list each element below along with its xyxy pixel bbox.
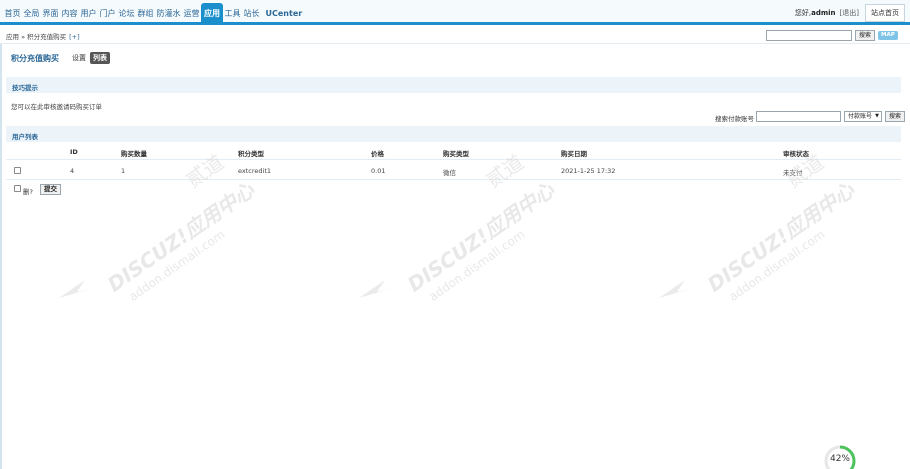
breadcrumb-text: 应用 » 积分充值购买 [6,33,67,41]
tips-section-header: 技巧提示 [6,76,901,93]
breadcrumb-bar: 应用 » 积分充值购买 [+] 搜索 MAP [0,27,910,44]
column-header-date: 购买日期 [561,150,587,158]
nav-item-global[interactable]: 全局 [22,3,41,25]
nav-item-founder[interactable]: 站长 [242,3,261,25]
nav-item-safe[interactable]: 防灌水 [155,3,182,25]
column-header-id: ID [70,148,78,156]
delete-all-checkbox[interactable] [14,185,21,192]
tips-text: 您可以在此审核邀请码购买订单 [11,103,102,111]
nav-item-home[interactable]: 首页 [3,3,22,25]
svg-text:addon.dismall.com: addon.dismall.com [726,227,827,304]
cell-credit-type: extcredit1 [238,167,271,175]
nav-item-portal[interactable]: 门户 [98,3,117,25]
site-home-button[interactable]: 站点首页 [865,4,905,22]
menu-search-button[interactable]: 搜索 [855,30,876,41]
cell-status: 未支付 [783,169,803,177]
nav-item-ucenter[interactable]: UCenter [264,3,304,25]
nav-list: 首页 全局 界面 内容 用户 门户 论坛 群组 防灌水 运营 应用 工具 站长 … [3,0,304,25]
tab-settings[interactable]: 设置 [72,53,86,63]
cell-date: 2021-1-25 17:32 [561,167,616,175]
delete-label: 删? [23,188,33,196]
user-list-section-header: 用户列表 [6,125,901,142]
nav-item-content[interactable]: 内容 [60,3,79,25]
discuz-watermark-logo: DISCUZ!应用中心 addon.dismall.com [59,177,259,304]
column-header-status: 审核状态 [783,150,809,158]
cell-quantity: 1 [121,167,126,175]
greeting-text: 您好, [794,9,812,17]
search-field-value: 付款账号 [848,113,873,120]
svg-text:DISCUZ!应用中心: DISCUZ!应用中心 [703,177,859,296]
search-button[interactable]: 搜索 [885,111,906,122]
add-shortcut-link[interactable]: [+] [69,33,80,41]
nav-item-plugin[interactable]: 应用 [201,3,223,25]
column-header-credit-type: 积分类型 [238,150,264,158]
nav-item-style[interactable]: 界面 [41,3,60,25]
nav-item-forum[interactable]: 论坛 [117,3,136,25]
search-label: 搜索付款账号 [715,115,754,123]
cell-purchase-type: 微信 [443,169,456,177]
left-frame-border [0,44,2,469]
logout-link[interactable]: [退出] [840,8,859,18]
column-header-price: 价格 [371,150,384,158]
user-list-heading: 用户列表 [12,133,38,141]
cell-price: 0.01 [371,167,386,175]
nav-item-user[interactable]: 用户 [79,3,98,25]
menu-search-input[interactable] [766,30,852,41]
nav-item-tools[interactable]: 工具 [223,3,242,25]
search-field-select[interactable]: 付款账号 ▼ [844,111,882,122]
row-checkbox[interactable] [14,167,21,174]
username: admin [811,9,836,17]
top-nav: 首页 全局 界面 内容 用户 门户 论坛 群组 防灌水 运营 应用 工具 站长 … [0,0,910,25]
column-header-purchase-type: 购买类型 [443,150,469,158]
submit-button[interactable]: 提交 [40,184,61,195]
map-button[interactable]: MAP [878,31,898,40]
table-row: 4 1 extcredit1 0.01 微信 2021-1-25 17:32 未… [6,161,901,180]
tab-list[interactable]: 列表 [90,52,110,64]
cell-id: 4 [70,167,75,175]
discuz-watermark-logo-2: DISCUZ!应用中心 addon.dismall.com [359,177,559,304]
breadcrumb: 应用 » 积分充值购买 [+] [6,31,80,41]
tips-heading: 技巧提示 [12,84,38,92]
search-input[interactable] [756,111,841,122]
discuz-watermark-logo-3: DISCUZ!应用中心 addon.dismall.com [659,177,859,304]
svg-text:DISCUZ!应用中心: DISCUZ!应用中心 [103,177,259,296]
nav-item-group[interactable]: 群组 [136,3,155,25]
nav-item-extended[interactable]: 运营 [182,3,201,25]
user-bar: 您好, admin [退出] 站点首页 [795,4,905,22]
table-header: ID 购买数量 积分类型 价格 购买类型 购买日期 审核状态 [6,143,901,160]
column-header-quantity: 购买数量 [121,150,147,158]
chevron-down-icon: ▼ [875,113,879,119]
progress-percent: 42% [829,454,850,464]
svg-text:addon.dismall.com: addon.dismall.com [126,227,227,304]
progress-badge: 42% [823,444,857,469]
svg-text:DISCUZ!应用中心: DISCUZ!应用中心 [403,177,559,296]
svg-text:addon.dismall.com: addon.dismall.com [426,227,527,304]
page-title: 积分充值购买 [11,54,59,63]
